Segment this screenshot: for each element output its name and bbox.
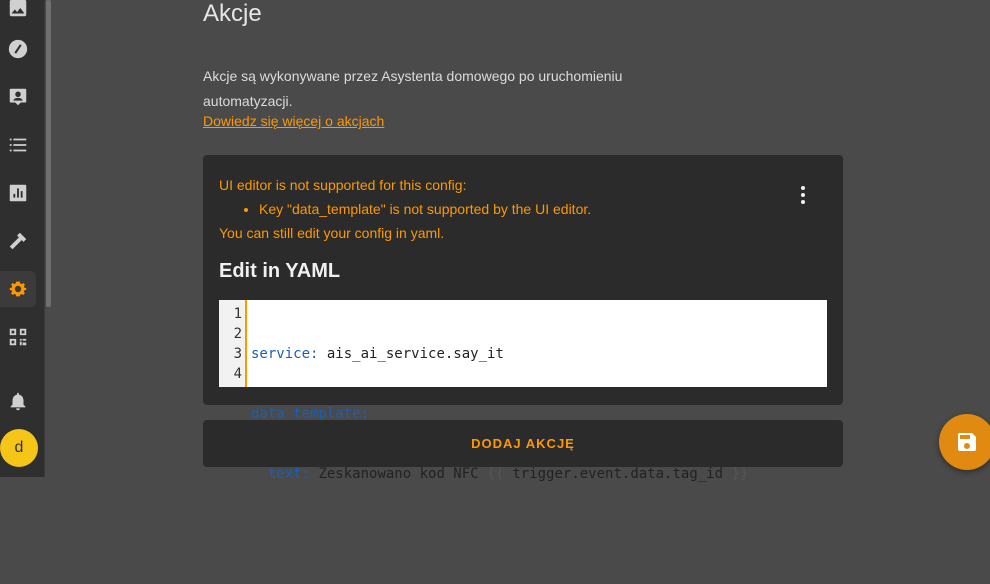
overflow-menu-icon[interactable] (791, 183, 815, 207)
page-title: Akcje (203, 0, 262, 27)
code-line-1: service: ais_ai_service.say_it (251, 344, 748, 364)
yaml-key: text: (251, 466, 311, 482)
warning-footer: You can still edit your config in yaml. (219, 225, 445, 241)
line-number: 2 (233, 326, 242, 342)
list-icon[interactable] (0, 127, 36, 163)
yaml-editor-title: Edit in YAML (219, 260, 341, 282)
template-close: }} (731, 466, 749, 482)
yaml-code-editor[interactable]: 1 2 3 4 service: ais_ai_service.say_it d… (219, 300, 827, 482)
save-icon (958, 433, 976, 451)
ui-editor-warning: UI editor is not supported for this conf… (219, 173, 591, 245)
template-expr: trigger.event.data.tag_id (503, 466, 732, 482)
learn-more-link[interactable]: Dowiedz się więcej o akcjach (203, 113, 384, 129)
yaml-value: Zeskanowano kod NFC (310, 466, 488, 482)
sidebar: d (0, 0, 45, 477)
yaml-value: ais_ai_service.say_it (318, 346, 504, 362)
media-icon[interactable] (0, 0, 36, 26)
line-number: 1 (233, 306, 242, 322)
save-button[interactable] (939, 414, 990, 470)
warning-title: UI editor is not supported for this conf… (219, 177, 467, 193)
code-line-3: text: Zeskanowano kod NFC {{ trigger.eve… (251, 464, 748, 484)
qr-code-icon[interactable] (0, 319, 36, 355)
gear-icon[interactable] (0, 271, 36, 307)
code-line-4: ​ (251, 524, 748, 544)
line-number: 3 (233, 346, 242, 362)
yaml-key: service: (251, 346, 319, 362)
chart-icon[interactable] (0, 175, 36, 211)
add-action-button[interactable]: DODAJ AKCJĘ (203, 420, 843, 467)
warning-item: Key "data_template" is not supported by … (259, 197, 591, 221)
line-number: 4 (233, 366, 242, 382)
hammer-icon[interactable] (0, 223, 36, 259)
page-description: Akcje są wykonywane przez Asystenta domo… (203, 68, 623, 109)
compass-icon[interactable] (0, 31, 36, 67)
avatar[interactable]: d (0, 429, 38, 467)
warning-list: Key "data_template" is not supported by … (219, 197, 591, 221)
line-numbers: 1 2 3 4 (219, 300, 247, 387)
action-card: UI editor is not supported for this conf… (203, 155, 843, 482)
bell-icon[interactable] (0, 383, 36, 419)
sidebar-scrollbar[interactable] (46, 0, 51, 307)
code-content[interactable]: service: ais_ai_service.say_it data_temp… (247, 300, 748, 482)
template-open: {{ (487, 466, 504, 482)
account-box-icon[interactable] (0, 79, 36, 115)
